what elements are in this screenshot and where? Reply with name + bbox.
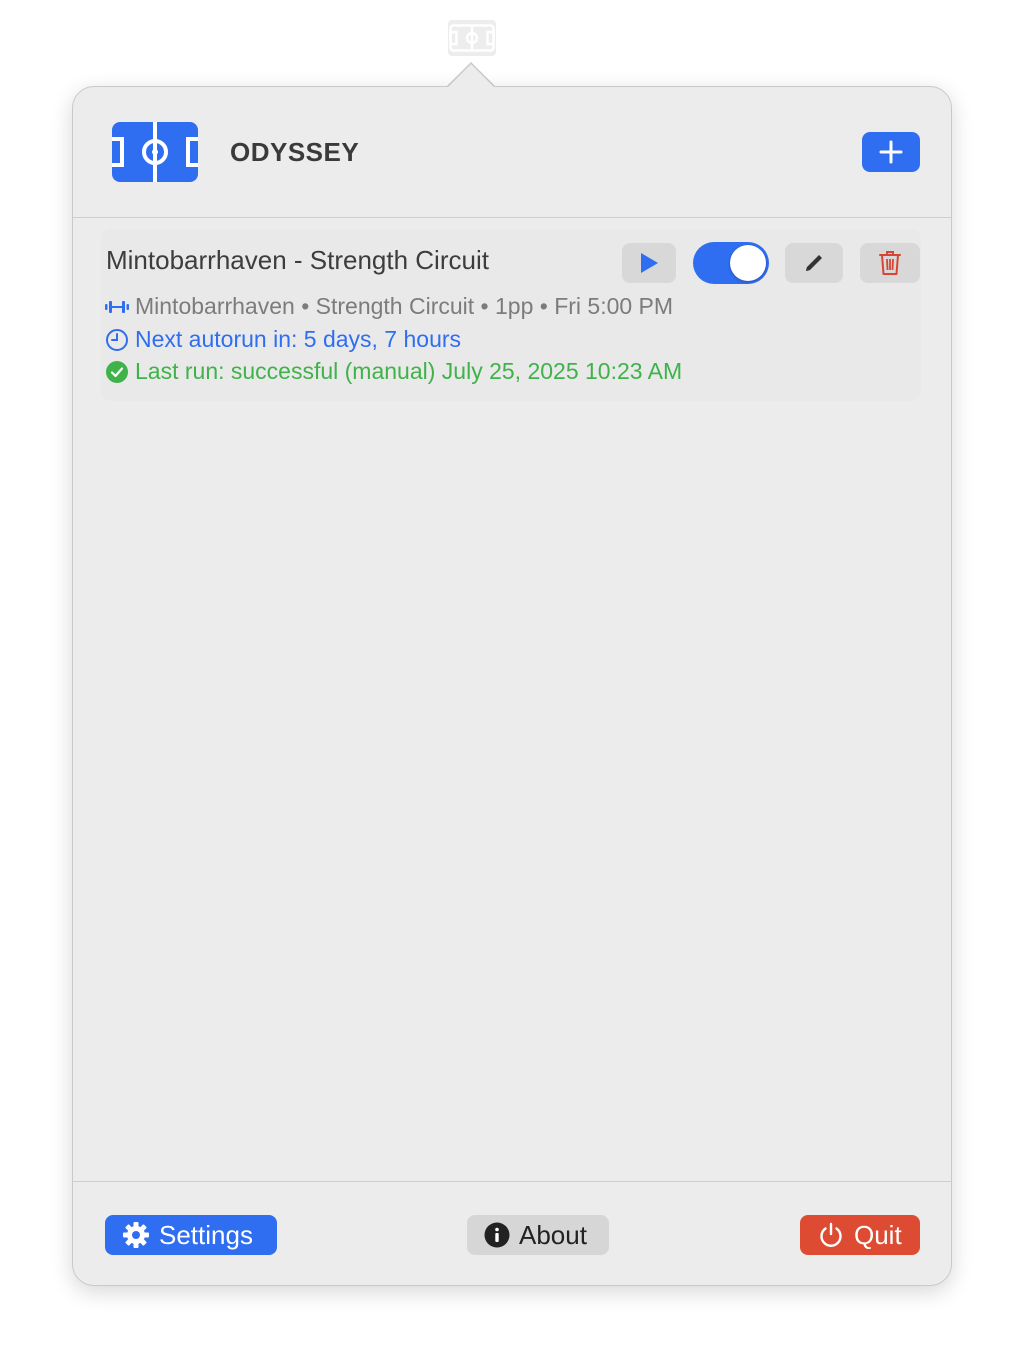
clock-icon	[105, 328, 129, 352]
pencil-icon	[806, 255, 822, 271]
checkmark-circle-icon	[105, 360, 129, 384]
app-title: ODYSSEY	[230, 137, 360, 167]
settings-button[interactable]: Settings	[105, 1215, 277, 1255]
toggle-knob	[730, 245, 766, 281]
popover-header: ODYSSEY	[73, 87, 951, 217]
header-divider	[73, 217, 951, 218]
about-label: About	[519, 1219, 587, 1250]
dumbbell-icon	[105, 299, 129, 315]
job-meta-text: Mintobarrhaven • Strength Circuit • 1pp …	[135, 293, 674, 319]
odyssey-popover: ODYSSEY Mintobarrhaven - Strength Circui…	[72, 86, 952, 1286]
play-icon	[641, 253, 658, 273]
quit-label: Quit	[854, 1219, 902, 1250]
run-now-button[interactable]	[622, 243, 676, 283]
odyssey-field-icon	[449, 24, 495, 52]
settings-label: Settings	[159, 1219, 253, 1250]
power-icon	[820, 1222, 842, 1247]
trash-icon	[879, 251, 901, 275]
next-autorun-text: Next autorun in: 5 days, 7 hours	[135, 326, 462, 352]
popover-arrow	[447, 64, 495, 88]
plus-icon	[879, 140, 903, 164]
delete-job-button[interactable]	[860, 243, 920, 283]
edit-job-button[interactable]	[785, 243, 843, 283]
quit-button[interactable]: Quit	[800, 1215, 920, 1255]
odyssey-field-icon	[112, 122, 198, 182]
gear-icon	[123, 1222, 149, 1248]
last-run: Last run: successful (manual) July 25, 2…	[105, 358, 682, 385]
menubar-odyssey-icon[interactable]	[448, 20, 496, 56]
about-button[interactable]: About	[467, 1215, 609, 1255]
job-card: Mintobarrhaven - Strength Circuit Mintob…	[101, 229, 921, 401]
footer-divider	[73, 1181, 951, 1182]
job-title: Mintobarrhaven - Strength Circuit	[106, 245, 489, 275]
add-job-button[interactable]	[862, 132, 920, 172]
info-icon	[484, 1222, 510, 1248]
job-meta: Mintobarrhaven • Strength Circuit • 1pp …	[105, 293, 673, 320]
autorun-toggle[interactable]	[693, 242, 769, 284]
last-run-text: Last run: successful (manual) July 25, 2…	[135, 358, 683, 384]
app-logo	[112, 122, 198, 182]
next-autorun: Next autorun in: 5 days, 7 hours	[105, 326, 461, 353]
